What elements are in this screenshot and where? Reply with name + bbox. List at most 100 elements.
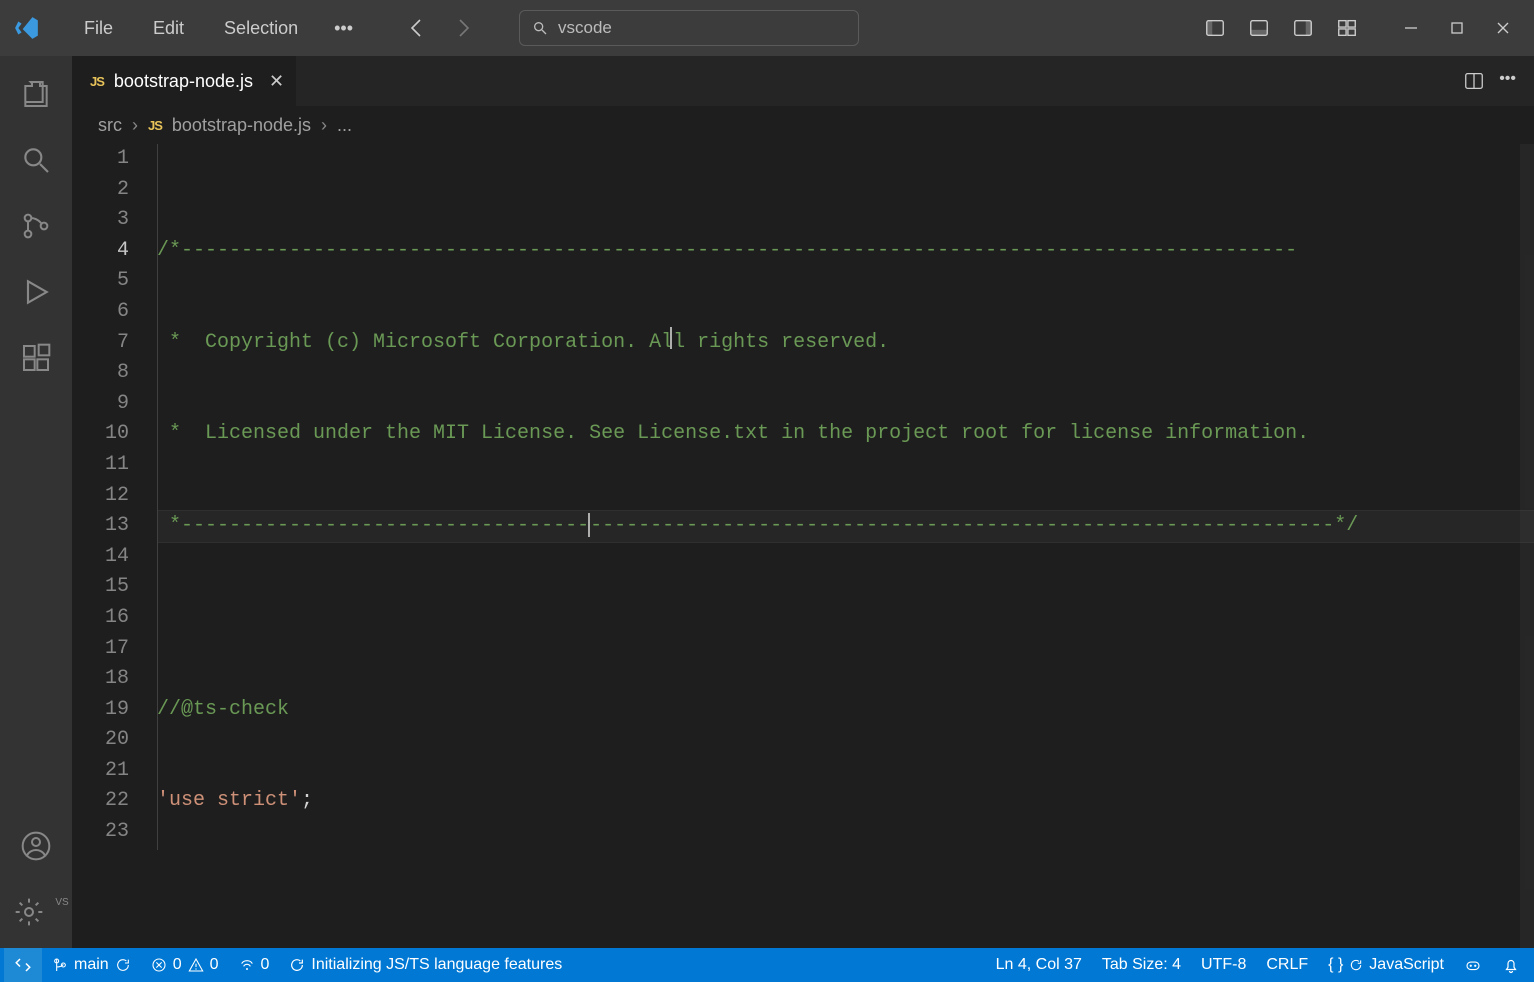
line-number: 20: [72, 725, 129, 756]
tab-size[interactable]: Tab Size: 4: [1092, 956, 1191, 974]
line-number: 14: [72, 542, 129, 573]
toggle-primary-sidebar-icon[interactable]: [1198, 11, 1232, 45]
activity-bottom: VS: [12, 822, 60, 936]
extensions-icon[interactable]: [12, 334, 60, 382]
line-number: 5: [72, 266, 129, 297]
line-number: 3: [72, 205, 129, 236]
menu-overflow-icon[interactable]: •••: [324, 12, 363, 45]
line-number: 8: [72, 358, 129, 389]
run-debug-icon[interactable]: [12, 268, 60, 316]
line-number: 16: [72, 603, 129, 634]
code-text: //@ts-check: [157, 698, 289, 721]
line-number: 2: [72, 175, 129, 206]
cursor-position[interactable]: Ln 4, Col 37: [986, 956, 1092, 974]
explorer-icon[interactable]: [12, 70, 60, 118]
error-count: 0: [173, 956, 182, 974]
git-branch[interactable]: main: [42, 948, 141, 982]
warning-count: 0: [210, 956, 219, 974]
line-number: 15: [72, 572, 129, 603]
nav-arrows: [399, 12, 481, 44]
source-control-icon[interactable]: [12, 202, 60, 250]
chevron-right-icon: ›: [132, 115, 138, 136]
menu-file[interactable]: File: [70, 12, 127, 45]
code-editor[interactable]: 1 2 3 4 5 6 7 8 9 10 11 12 13 14 15 16 1…: [72, 144, 1534, 948]
ports[interactable]: 0: [229, 948, 280, 982]
activity-bar: VS: [0, 56, 72, 948]
code-text: /*--------------------------------------…: [157, 239, 1297, 262]
minimize-icon[interactable]: [1388, 0, 1434, 56]
close-icon[interactable]: [1480, 0, 1526, 56]
line-number: 10: [72, 419, 129, 450]
tab-close-icon[interactable]: ✕: [269, 71, 284, 92]
body: VS JS bootstrap-node.js ✕ ••• src › JS b…: [0, 56, 1534, 948]
line-number: 9: [72, 389, 129, 420]
js-file-icon: JS: [148, 118, 162, 133]
tab-filename: bootstrap-node.js: [114, 71, 253, 92]
language-status[interactable]: Initializing JS/TS language features: [279, 948, 572, 982]
more-actions-icon[interactable]: •••: [1499, 70, 1516, 92]
code-text: ;: [301, 789, 313, 812]
line-number: 7: [72, 328, 129, 359]
breadcrumb-file[interactable]: bootstrap-node.js: [172, 115, 311, 136]
command-center[interactable]: vscode: [519, 10, 859, 46]
breadcrumbs[interactable]: src › JS bootstrap-node.js › ...: [72, 106, 1534, 144]
search-activity-icon[interactable]: [12, 136, 60, 184]
eol[interactable]: CRLF: [1256, 956, 1318, 974]
nav-forward-icon[interactable]: [445, 12, 481, 44]
accounts-icon[interactable]: [12, 822, 60, 870]
ports-count: 0: [261, 956, 270, 974]
code-text: ----------------------------------------…: [590, 514, 1358, 537]
encoding[interactable]: UTF-8: [1191, 956, 1256, 974]
init-text: Initializing JS/TS language features: [311, 956, 562, 974]
toggle-panel-icon[interactable]: [1242, 11, 1276, 45]
chevron-right-icon: ›: [321, 115, 327, 136]
customize-layout-icon[interactable]: [1330, 11, 1364, 45]
breadcrumb-folder[interactable]: src: [98, 115, 122, 136]
breadcrumb-trailing[interactable]: ...: [337, 115, 352, 136]
split-editor-icon[interactable]: [1463, 70, 1485, 92]
editor-area: JS bootstrap-node.js ✕ ••• src › JS boot…: [72, 56, 1534, 948]
line-number: 19: [72, 695, 129, 726]
code-content[interactable]: /*--------------------------------------…: [157, 144, 1534, 948]
line-number: 17: [72, 634, 129, 665]
tab-actions: •••: [1463, 70, 1534, 92]
copilot-icon[interactable]: [1454, 956, 1492, 974]
title-right: [1198, 0, 1526, 56]
menu-selection[interactable]: Selection: [210, 12, 312, 45]
problems[interactable]: 0 0: [141, 948, 229, 982]
minimap[interactable]: [1520, 144, 1534, 948]
title-bar: File Edit Selection ••• vscode: [0, 0, 1534, 56]
settings-gear-icon[interactable]: VS: [12, 888, 60, 936]
tab-bar: JS bootstrap-node.js ✕ •••: [72, 56, 1534, 106]
remote-indicator-icon[interactable]: [4, 948, 42, 982]
line-number: 21: [72, 756, 129, 787]
line-number: 6: [72, 297, 129, 328]
line-number: 4: [72, 236, 129, 267]
nav-back-icon[interactable]: [399, 12, 435, 44]
line-number: 22: [72, 786, 129, 817]
code-text: 'use strict': [157, 789, 301, 812]
editor-tab[interactable]: JS bootstrap-node.js ✕: [72, 56, 296, 106]
notifications-icon[interactable]: [1492, 956, 1530, 974]
language-mode[interactable]: { } JavaScript: [1318, 956, 1454, 974]
braces-icon: { }: [1328, 956, 1343, 974]
menu-edit[interactable]: Edit: [139, 12, 198, 45]
line-number: 1: [72, 144, 129, 175]
vscode-logo-icon: [14, 15, 40, 41]
code-text: * Copyright (c) Microsoft Corporation. A…: [157, 331, 889, 354]
line-number: 23: [72, 817, 129, 848]
line-number: 12: [72, 481, 129, 512]
title-left: File Edit Selection ••• vscode: [8, 10, 859, 46]
settings-badge: VS: [55, 897, 68, 908]
line-number-gutter: 1 2 3 4 5 6 7 8 9 10 11 12 13 14 15 16 1…: [72, 144, 157, 948]
code-text: *----------------------------------: [157, 514, 589, 537]
search-icon: [532, 20, 548, 36]
toggle-secondary-sidebar-icon[interactable]: [1286, 11, 1320, 45]
line-number: 11: [72, 450, 129, 481]
code-text: [157, 603, 1534, 634]
maximize-icon[interactable]: [1434, 0, 1480, 56]
line-number: 18: [72, 664, 129, 695]
code-text: * Licensed under the MIT License. See Li…: [157, 422, 1309, 445]
status-right: Ln 4, Col 37 Tab Size: 4 UTF-8 CRLF { } …: [986, 956, 1530, 974]
branch-name: main: [74, 956, 109, 974]
